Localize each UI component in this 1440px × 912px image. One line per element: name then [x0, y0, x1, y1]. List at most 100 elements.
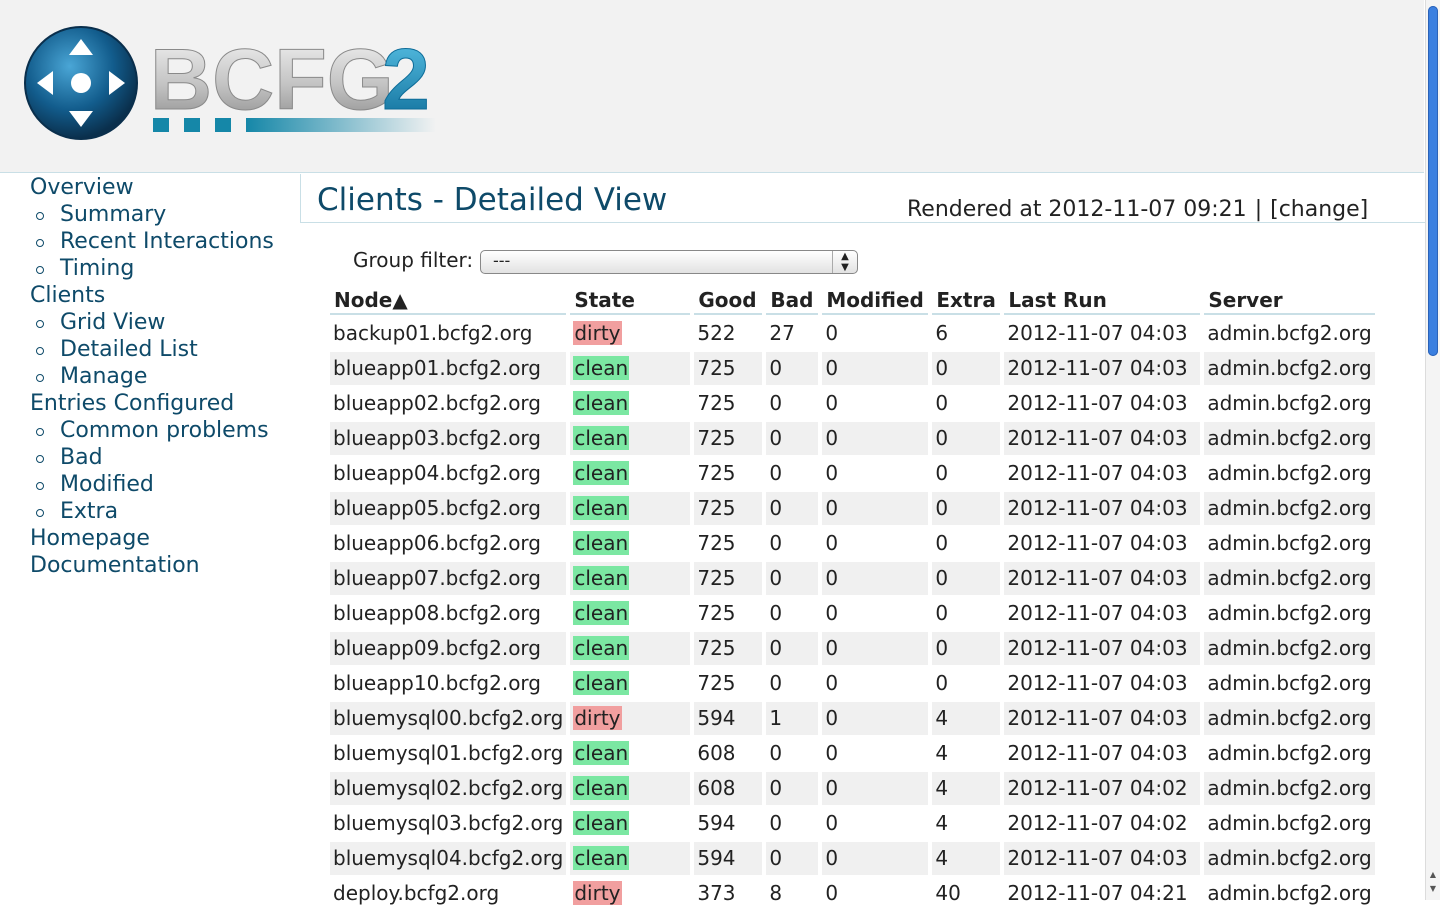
sidebar-item-label[interactable]: Timing — [60, 256, 134, 281]
cell-node[interactable]: deploy.bcfg2.org — [330, 877, 566, 910]
cell-server: admin.bcfg2.org — [1204, 352, 1375, 385]
scroll-up-arrow-icon[interactable]: ▲ — [1426, 868, 1440, 882]
table-row[interactable]: bluemysql00.bcfg2.org dirty 594 1 0 4 2012-11-… — [330, 702, 1375, 735]
cell-node[interactable]: blueapp09.bcfg2.org — [330, 632, 567, 665]
column-header-extra[interactable]: Extra — [932, 286, 1001, 315]
sidebar-item-label[interactable]: Documentation — [30, 553, 200, 578]
cell-node[interactable]: bluemysql04.bcfg2.org — [330, 842, 567, 875]
cell-node[interactable]: bluemysql03.bcfg2.org — [330, 807, 566, 840]
sidebar-item-grid-view[interactable]: Grid View — [0, 309, 300, 336]
vertical-scrollbar[interactable]: ▲ ▼ — [1425, 0, 1440, 900]
status-badge: clean — [573, 566, 630, 590]
change-link[interactable]: [change] — [1270, 197, 1368, 222]
cell-bad: 0 — [766, 842, 819, 875]
table-row[interactable]: deploy.bcfg2.org dirty 373 8 0 40 2012-11-07 0… — [330, 877, 1375, 910]
sidebar-item-common-problems[interactable]: Common problems — [0, 417, 300, 444]
cell-modified: 0 — [825, 391, 839, 415]
sidebar-item-label[interactable]: Recent Interactions — [60, 229, 274, 254]
sidebar-item-label[interactable]: Homepage — [30, 526, 150, 551]
sidebar-item-recent-interactions[interactable]: Recent Interactions — [0, 228, 300, 255]
group-filter-select[interactable]: --- ▲ ▼ — [480, 250, 858, 274]
cell-node[interactable]: blueapp05.bcfg2.org — [330, 492, 567, 525]
sidebar-item-timing[interactable]: Timing — [0, 255, 300, 282]
cell-node[interactable]: blueapp03.bcfg2.org — [330, 422, 567, 455]
cell-last-run: 2012-11-07 04:03 — [1004, 492, 1201, 525]
sidebar-item-homepage[interactable]: Homepage — [0, 525, 300, 552]
column-header-bad[interactable]: Bad — [766, 286, 819, 315]
table-row[interactable]: bluemysql02.bcfg2.org clean 608 0 0 4 2012-11-… — [330, 772, 1375, 805]
cell-node[interactable]: blueapp07.bcfg2.org — [330, 562, 567, 595]
table-row[interactable]: blueapp02.bcfg2.org clean 725 0 0 0 2012-11-07… — [330, 387, 1375, 420]
scrollbar-thumb[interactable] — [1428, 6, 1438, 356]
svg-text:BCFG: BCFG — [150, 32, 394, 128]
sidebar-item-modified[interactable]: Modified — [0, 471, 300, 498]
cell-bad: 0 — [769, 811, 783, 835]
sidebar-item-label[interactable]: Overview — [30, 175, 134, 200]
sidebar-item-label[interactable]: Modified — [60, 472, 154, 497]
status-badge: clean — [573, 531, 630, 555]
table-row[interactable]: blueapp07.bcfg2.org clean 725 0 0 0 2012-11-07… — [330, 562, 1375, 595]
status-badge: clean — [573, 776, 630, 800]
column-header-state[interactable]: State — [570, 286, 691, 315]
table-row[interactable]: blueapp06.bcfg2.org clean 725 0 0 0 2012-11-07… — [330, 527, 1375, 560]
sidebar-item-label[interactable]: Detailed List — [60, 337, 198, 362]
sidebar-item-label[interactable]: Bad — [60, 445, 103, 470]
sidebar-item-overview[interactable]: Overview — [0, 174, 300, 201]
cell-good: 522 — [697, 321, 736, 345]
status-badge: clean — [573, 741, 630, 765]
sidebar-item-extra[interactable]: Extra — [0, 498, 300, 525]
column-header-server[interactable]: Server — [1204, 286, 1375, 315]
cell-node[interactable]: blueapp08.bcfg2.org — [330, 597, 566, 630]
sidebar-item-entries-configured[interactable]: Entries Configured — [0, 390, 300, 417]
table-row[interactable]: blueapp09.bcfg2.org clean 725 0 0 0 2012-11-07… — [330, 632, 1375, 665]
column-header-last-run[interactable]: Last Run — [1004, 286, 1201, 315]
cell-last-run: 2012-11-07 04:03 — [1004, 352, 1201, 385]
sidebar-item-manage[interactable]: Manage — [0, 363, 300, 390]
sidebar-item-label[interactable]: Summary — [60, 202, 166, 227]
table-row[interactable]: backup01.bcfg2.org dirty 522 27 0 6 2012-11-07… — [330, 317, 1375, 350]
cell-node[interactable]: blueapp02.bcfg2.org — [330, 387, 566, 420]
cell-state: clean — [570, 737, 690, 770]
cell-extra: 0 — [935, 601, 949, 625]
sidebar-item-bad[interactable]: Bad — [0, 444, 300, 471]
bcfg2-logo[interactable]: BCFG 2 — [22, 24, 442, 148]
sidebar-item-label[interactable]: Grid View — [60, 310, 165, 335]
cell-node[interactable]: blueapp06.bcfg2.org — [330, 527, 566, 560]
sidebar-item-label[interactable]: Extra — [60, 499, 118, 524]
sidebar-item-label[interactable]: Manage — [60, 364, 147, 389]
table-row[interactable]: blueapp01.bcfg2.org clean 725 0 0 0 2012-11-07… — [330, 352, 1375, 385]
cell-node[interactable]: blueapp01.bcfg2.org — [330, 352, 567, 385]
scroll-down-arrow-icon[interactable]: ▼ — [1426, 882, 1440, 896]
sidebar-item-detailed-list[interactable]: Detailed List — [0, 336, 300, 363]
table-row[interactable]: blueapp03.bcfg2.org clean 725 0 0 0 2012-11-07… — [330, 422, 1375, 455]
cell-modified: 0 — [822, 632, 929, 665]
column-header-good[interactable]: Good — [694, 286, 763, 315]
cell-modified: 0 — [825, 811, 839, 835]
sidebar-item-summary[interactable]: Summary — [0, 201, 300, 228]
cell-server: admin.bcfg2.org — [1204, 842, 1375, 875]
cell-node[interactable]: backup01.bcfg2.org — [330, 317, 566, 350]
table-row[interactable]: blueapp04.bcfg2.org clean 725 0 0 0 2012-11-07… — [330, 457, 1375, 490]
sidebar-item-label[interactable]: Common problems — [60, 418, 269, 443]
cell-state: clean — [570, 492, 691, 525]
sidebar-item-clients[interactable]: Clients — [0, 282, 300, 309]
table-row[interactable]: blueapp05.bcfg2.org clean 725 0 0 0 2012-11-07… — [330, 492, 1375, 525]
cell-node[interactable]: bluemysql02.bcfg2.org — [330, 772, 567, 805]
table-row[interactable]: blueapp08.bcfg2.org clean 725 0 0 0 2012-11-07… — [330, 597, 1375, 630]
sidebar-item-label[interactable]: Clients — [30, 283, 105, 308]
cell-node[interactable]: bluemysql00.bcfg2.org — [330, 702, 567, 735]
column-header-node[interactable]: Node▲ — [330, 286, 567, 315]
status-badge: clean — [573, 496, 630, 520]
table-row[interactable]: bluemysql04.bcfg2.org clean 594 0 0 4 2012-11-… — [330, 842, 1375, 875]
sidebar-item-label[interactable]: Entries Configured — [30, 391, 234, 416]
table-row[interactable]: bluemysql03.bcfg2.org clean 594 0 0 4 2012-11-… — [330, 807, 1375, 840]
column-header-modified[interactable]: Modified — [822, 286, 929, 315]
sidebar-item-documentation[interactable]: Documentation — [0, 552, 300, 579]
cell-node[interactable]: bluemysql01.bcfg2.org — [330, 737, 566, 770]
table-row[interactable]: blueapp10.bcfg2.org clean 725 0 0 0 2012-11-07… — [330, 667, 1375, 700]
cell-good: 594 — [694, 842, 763, 875]
cell-node[interactable]: blueapp04.bcfg2.org — [330, 457, 566, 490]
cell-good: 608 — [697, 741, 736, 765]
cell-node[interactable]: blueapp10.bcfg2.org — [330, 667, 566, 700]
table-row[interactable]: bluemysql01.bcfg2.org clean 608 0 0 4 2012-11-… — [330, 737, 1375, 770]
